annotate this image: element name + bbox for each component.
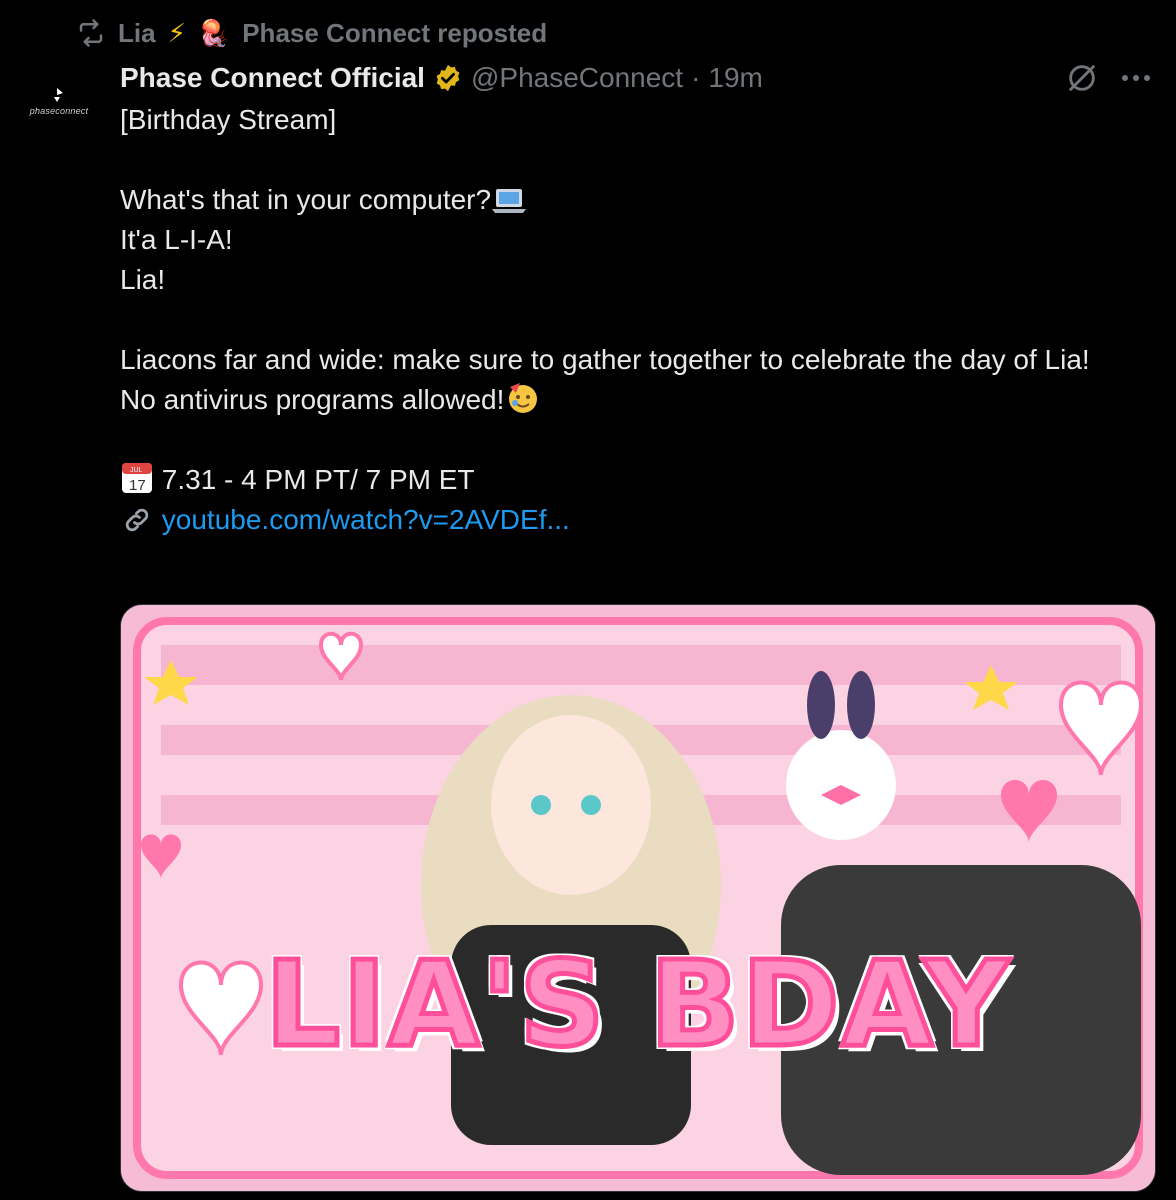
avatar-text: phaseconnect [29, 106, 89, 116]
tweet[interactable]: Lia ⚡ 🪼 Phase Connect reposted phaseconn… [0, 0, 1176, 1200]
jellyfish-emoji: 🪼 [197, 17, 231, 48]
partying-face-icon [504, 381, 542, 426]
tweet-header: Phase Connect Official @PhaseConnect · 1… [120, 56, 763, 100]
lightning-emoji: ⚡ [167, 17, 186, 48]
link-icon [120, 505, 154, 546]
banner-text: LIA'S BDAY [263, 933, 1012, 1076]
grok-icon[interactable] [1064, 60, 1100, 96]
birthday-artwork [121, 605, 1155, 1191]
display-name[interactable]: Phase Connect Official [120, 62, 425, 94]
verified-badge-icon[interactable] [433, 63, 463, 93]
media-image[interactable]: LIA'S BDAY [120, 604, 1156, 1192]
text-line: Liacons far and wide: make sure to gathe… [120, 344, 1090, 375]
handle[interactable]: @PhaseConnect [471, 62, 683, 94]
text-line: [Birthday Stream] [120, 104, 337, 135]
repost-label: Phase Connect reposted [242, 17, 548, 48]
text-line: What's that in your computer? [120, 180, 1150, 220]
tweet-text: [Birthday Stream] What's that in your co… [120, 100, 1150, 540]
schedule-line: JUL 17 7.31 - 4 PM PT/ 7 PM ET [120, 460, 1150, 500]
schedule-text: 7.31 - 4 PM PT/ 7 PM ET [161, 464, 475, 495]
youtube-link[interactable]: youtube.com/watch?v=2AVDEf... [162, 504, 570, 535]
repost-icon [76, 18, 106, 48]
text-line: It'a L-I-A! [120, 224, 233, 255]
svg-text:17: 17 [129, 477, 146, 494]
link-line: youtube.com/watch?v=2AVDEf... [120, 500, 1150, 540]
phase-connect-logo-icon [54, 88, 63, 102]
timestamp[interactable]: 19m [708, 62, 762, 94]
more-options-icon[interactable] [1116, 60, 1156, 96]
text-line: Lia! [120, 264, 166, 295]
avatar[interactable]: phaseconnect [22, 64, 96, 138]
reposter-name[interactable]: Lia [118, 18, 156, 49]
separator: · [691, 62, 701, 93]
laptop-icon [491, 186, 527, 226]
svg-text:JUL: JUL [130, 467, 143, 474]
repost-header: Lia ⚡ 🪼 Phase Connect reposted [76, 14, 547, 52]
text-line: No antivirus programs allowed! [120, 380, 1150, 420]
